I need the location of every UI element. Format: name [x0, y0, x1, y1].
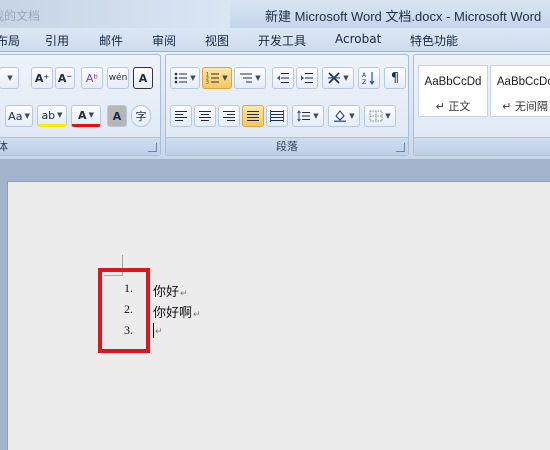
tab-developer[interactable]: 开发工具 [258, 32, 306, 49]
show-hide-marks-icon[interactable]: ¶ [384, 67, 406, 89]
decrease-indent-icon[interactable] [272, 67, 294, 89]
svg-text:Z: Z [362, 79, 366, 85]
title-bar: 我的文档 新建 Microsoft Word 文档.docx - Microso… [0, 0, 550, 28]
numbering-highlight-box [98, 268, 150, 353]
numbering-icon[interactable]: 1 2 3 ▼ [202, 67, 232, 89]
list-text: 你好啊 [153, 306, 193, 321]
ribbon-tab-bar: 布局 引用 邮件 审阅 视图 开发工具 Acrobat 特色功能 [0, 28, 550, 52]
shading-icon[interactable]: ▼ [328, 105, 360, 127]
list-item[interactable]: 1. 你好↵ [0, 281, 300, 301]
font-size-dropdown-icon[interactable]: ▼ [0, 67, 19, 89]
tab-layout[interactable]: 布局 [0, 32, 20, 49]
enclose-char-icon[interactable]: 字 [131, 105, 151, 127]
char-border-icon[interactable]: A [133, 67, 153, 89]
font-color-icon[interactable]: A ▼ [71, 105, 101, 127]
ghost-title: 我的文档 [0, 9, 41, 23]
char-shading-icon[interactable]: A [107, 105, 127, 127]
list-text: 你好 [153, 285, 180, 300]
tab-view[interactable]: 视图 [205, 32, 229, 49]
phonetic-guide-icon[interactable]: wén [107, 67, 129, 89]
clear-format-icon[interactable]: Aᵇ [81, 67, 103, 89]
style-normal[interactable]: AaBbCcDd ↵ 正文 [418, 65, 488, 117]
styles-group: AaBbCcDd ↵ 正文 AaBbCcDc ↵ 无间隔 [413, 54, 550, 156]
borders-icon[interactable]: ▼ [364, 105, 396, 127]
justify-icon[interactable] [242, 105, 264, 127]
tab-review[interactable]: 审阅 [152, 32, 176, 49]
paragraph-mark-icon: ↵ [180, 289, 188, 299]
increase-indent-icon[interactable] [296, 67, 318, 89]
text-cursor [153, 323, 154, 338]
tab-acrobat[interactable]: Acrobat [335, 32, 381, 46]
text-highlight-icon[interactable]: ab ▼ [37, 105, 67, 127]
ribbon: ▼ A⁺ A⁻ Aᵇ wén A Aa ▼ ab ▼ A ▼ A 字 体 ▼ 1 2 3 ▼… [0, 52, 550, 159]
list-item[interactable]: 3. ↵ [0, 323, 300, 343]
svg-text:3: 3 [206, 80, 209, 86]
paragraph-mark-icon: ↵ [193, 310, 201, 320]
style-no-spacing[interactable]: AaBbCcDc ↵ 无间隔 [490, 65, 550, 117]
align-right-icon[interactable] [218, 105, 240, 127]
chinese-layout-icon[interactable]: ▼ [322, 67, 354, 89]
font-dialog-launcher-icon[interactable] [148, 143, 157, 152]
bullets-icon[interactable]: ▼ [170, 67, 200, 89]
sort-icon[interactable]: AZ [358, 67, 380, 89]
tab-references[interactable]: 引用 [45, 32, 69, 49]
change-case-icon[interactable]: Aa ▼ [5, 105, 33, 127]
paragraph-group-label: 段落 [276, 140, 298, 153]
shrink-font-icon[interactable]: A⁻ [55, 67, 75, 89]
tab-mailings[interactable]: 邮件 [99, 32, 123, 49]
paragraph-group: ▼ 1 2 3 ▼ ▼ ▼ AZ ¶ ▼ ▼ ▼ 段落 [165, 54, 409, 156]
list-item[interactable]: 2. 你好啊↵ [0, 302, 300, 322]
grow-font-icon[interactable]: A⁺ [31, 67, 53, 89]
multilevel-list-icon[interactable]: ▼ [234, 67, 266, 89]
paragraph-dialog-launcher-icon[interactable] [396, 143, 405, 152]
line-spacing-icon[interactable]: ▼ [292, 105, 324, 127]
tab-special-features[interactable]: 特色功能 [410, 32, 458, 49]
font-group: ▼ A⁺ A⁻ Aᵇ wén A Aa ▼ ab ▼ A ▼ A 字 体 [0, 54, 161, 156]
paragraph-mark-icon: ↵ [155, 327, 163, 337]
align-center-icon[interactable] [194, 105, 216, 127]
align-left-icon[interactable] [170, 105, 192, 127]
svg-text:A: A [362, 72, 367, 79]
font-group-label: 体 [0, 140, 8, 153]
distributed-align-icon[interactable] [266, 105, 288, 127]
window-title: 新建 Microsoft Word 文档.docx - Microsoft Wo… [265, 9, 542, 24]
